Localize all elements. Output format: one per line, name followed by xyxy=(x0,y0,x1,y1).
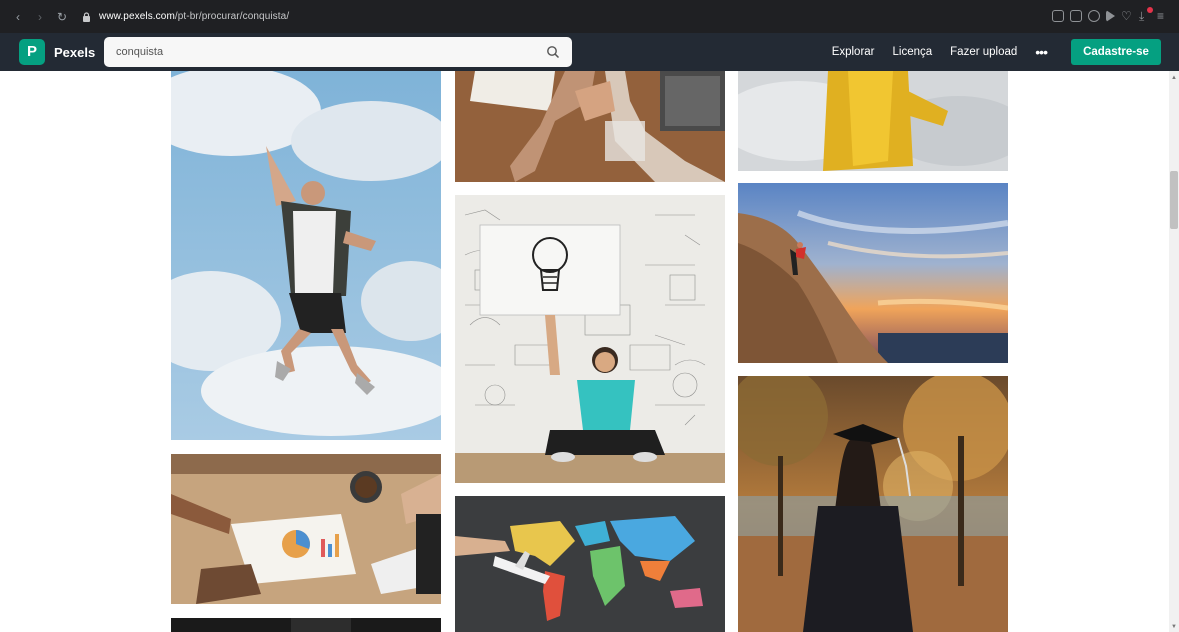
screenshot-icon[interactable] xyxy=(1052,10,1064,22)
header-nav: Explorar Licença Fazer upload ••• Cadast… xyxy=(832,37,1161,67)
lock-icon xyxy=(83,11,90,22)
more-menu-button[interactable]: ••• xyxy=(1035,44,1048,60)
forward-icon[interactable]: › xyxy=(32,10,48,24)
team-hands-image xyxy=(455,71,725,182)
scroll-up-icon[interactable]: ▲ xyxy=(1171,75,1177,81)
business-meeting-image xyxy=(171,454,441,604)
camera-icon[interactable] xyxy=(1070,10,1082,22)
nav-upload[interactable]: Fazer upload xyxy=(950,46,1017,58)
dark-photo-image xyxy=(171,618,441,632)
brand-name[interactable]: Pexels xyxy=(54,45,95,60)
photo-grid xyxy=(0,71,1179,632)
man-jumping-image xyxy=(171,71,441,440)
menu-icon[interactable]: ≡ xyxy=(1157,10,1169,22)
photo-team-hands[interactable] xyxy=(455,71,725,182)
photo-yellow-jacket[interactable] xyxy=(738,71,1008,171)
search-input[interactable] xyxy=(104,37,534,67)
photo-dark[interactable] xyxy=(171,618,441,632)
scroll-down-icon[interactable]: ▼ xyxy=(1171,624,1177,630)
heart-icon[interactable]: ♡ xyxy=(1121,10,1133,22)
photo-woman-lightbulb[interactable] xyxy=(455,195,725,483)
browser-toolbar: ‹ › ↻ www.pexels.com/pt-br/procurar/conq… xyxy=(0,0,1179,33)
search-bar xyxy=(104,37,572,67)
site-header: P Pexels Explorar Licença Fazer upload •… xyxy=(0,33,1179,71)
photo-man-jumping[interactable] xyxy=(171,71,441,440)
photo-business-meeting[interactable] xyxy=(171,454,441,604)
graduate-park-image xyxy=(738,376,1008,632)
play-icon[interactable] xyxy=(1106,10,1115,22)
download-icon[interactable]: ⤓ xyxy=(1139,7,1153,22)
pexels-logo[interactable]: P xyxy=(19,39,45,65)
photo-climber-sunset[interactable] xyxy=(738,183,1008,363)
yellow-jacket-image xyxy=(738,71,1008,171)
scroll-thumb[interactable] xyxy=(1170,171,1178,229)
address-bar[interactable]: www.pexels.com/pt-br/procurar/conquista/ xyxy=(99,11,289,22)
nav-license[interactable]: Licença xyxy=(893,46,933,58)
vpn-icon[interactable] xyxy=(1088,10,1100,22)
browser-extensions: ♡ ⤓ ≡ xyxy=(1052,7,1169,22)
photo-world-map[interactable] xyxy=(455,496,725,632)
search-icon[interactable] xyxy=(546,45,560,59)
notification-dot xyxy=(1147,7,1153,13)
url-path: /pt-br/procurar/conquista/ xyxy=(174,11,290,22)
reload-icon[interactable]: ↻ xyxy=(54,10,70,24)
signup-button[interactable]: Cadastre-se xyxy=(1071,39,1161,65)
photo-graduate-park[interactable] xyxy=(738,376,1008,632)
page-scrollbar[interactable]: ▲ ▼ xyxy=(1169,71,1179,632)
woman-lightbulb-image xyxy=(455,195,725,483)
url-domain: www.pexels.com xyxy=(99,11,175,22)
nav-explore[interactable]: Explorar xyxy=(832,46,875,58)
climber-sunset-image xyxy=(738,183,1008,363)
world-map-image xyxy=(455,496,725,632)
back-icon[interactable]: ‹ xyxy=(10,10,26,24)
